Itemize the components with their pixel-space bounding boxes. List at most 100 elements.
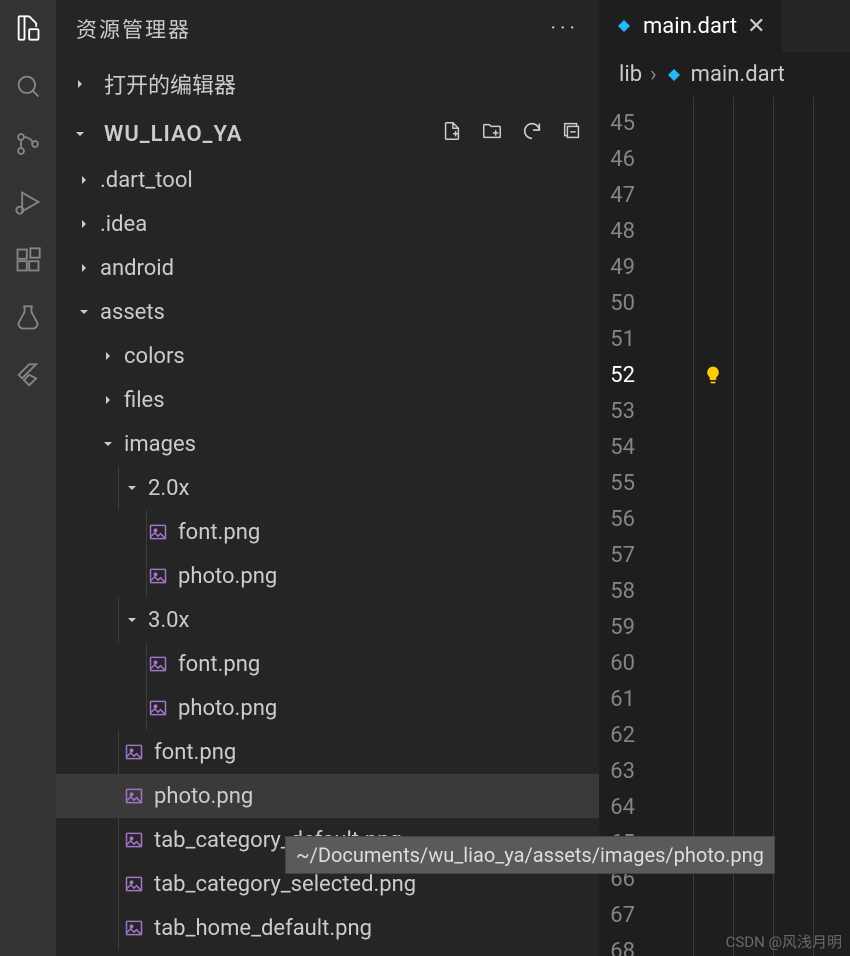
tree-item-label: .idea <box>100 212 147 237</box>
tree-item-label: photo.png <box>178 564 277 589</box>
tree-folder[interactable]: colors <box>56 334 599 378</box>
collapse-all-icon[interactable] <box>561 120 583 148</box>
source-control-icon[interactable] <box>12 128 44 160</box>
close-icon[interactable]: ✕ <box>747 14 765 39</box>
open-editors-section[interactable]: 打开的编辑器 <box>56 58 599 110</box>
line-number: 49 <box>599 249 659 285</box>
image-file-icon <box>124 918 144 938</box>
tree-item-label: photo.png <box>178 696 277 721</box>
line-number: 55 <box>599 465 659 501</box>
chevron-down-icon <box>76 304 92 320</box>
dart-file-icon <box>615 17 633 35</box>
line-number-gutter: 4546474849505152535455565758596061626364… <box>599 97 683 956</box>
extensions-icon[interactable] <box>12 244 44 276</box>
tree-folder[interactable]: .idea <box>56 202 599 246</box>
image-file-icon <box>148 698 168 718</box>
tab-main-dart[interactable]: main.dart ✕ <box>599 0 782 52</box>
image-file-icon <box>148 566 168 586</box>
tree-item-label: 2.0x <box>148 476 189 501</box>
chevron-down-icon <box>124 612 140 628</box>
tree-item-label: colors <box>124 344 185 369</box>
code-area[interactable]: 4546474849505152535455565758596061626364… <box>599 97 850 956</box>
tree-item-label: 3.0x <box>148 608 189 633</box>
tree-folder[interactable]: 2.0x <box>56 466 599 510</box>
image-file-icon <box>124 874 144 894</box>
line-number: 48 <box>599 213 659 249</box>
watermark: CSDN @风浅月明 <box>726 931 842 952</box>
tree-item-label: .dart_tool <box>100 168 193 193</box>
run-debug-icon[interactable] <box>12 186 44 218</box>
lightbulb-icon[interactable] <box>703 365 723 385</box>
line-number: 45 <box>599 105 659 141</box>
tree-folder[interactable]: assets <box>56 290 599 334</box>
open-editors-label: 打开的编辑器 <box>104 68 236 100</box>
line-number: 51 <box>599 321 659 357</box>
line-number: 59 <box>599 609 659 645</box>
testing-icon[interactable] <box>12 302 44 334</box>
line-number: 56 <box>599 501 659 537</box>
tree-folder[interactable]: files <box>56 378 599 422</box>
line-number: 47 <box>599 177 659 213</box>
tree-item-label: images <box>124 432 196 457</box>
breadcrumb[interactable]: lib › main.dart <box>599 52 850 97</box>
chevron-right-icon <box>100 392 116 408</box>
line-number: 53 <box>599 393 659 429</box>
line-number: 63 <box>599 753 659 789</box>
tree-folder[interactable]: 3.0x <box>56 598 599 642</box>
line-number: 58 <box>599 573 659 609</box>
refresh-icon[interactable] <box>521 120 543 148</box>
line-number: 62 <box>599 717 659 753</box>
project-actions <box>441 120 583 148</box>
line-number: 60 <box>599 645 659 681</box>
image-file-icon <box>124 786 144 806</box>
chevron-right-icon <box>76 172 92 188</box>
explorer-sidebar: 资源管理器 ··· 打开的编辑器 WU_LIAO_YA .dart_tool <box>56 0 599 956</box>
explorer-title: 资源管理器 <box>76 14 191 44</box>
line-number: 68 <box>599 933 659 956</box>
tree-file[interactable]: font.png <box>56 642 599 686</box>
line-number: 52 <box>599 357 659 393</box>
explorer-header: 资源管理器 ··· <box>56 0 599 58</box>
breadcrumb-folder[interactable]: lib <box>619 62 642 87</box>
line-number: 64 <box>599 789 659 825</box>
tree-file[interactable]: tab_home_default.png <box>56 906 599 950</box>
chevron-right-icon <box>72 76 88 92</box>
tree-item-label: photo.png <box>154 784 253 809</box>
tree-file[interactable]: font.png <box>56 730 599 774</box>
tree-item-label: tab_home_default.png <box>154 916 372 941</box>
chevron-right-icon: › <box>650 62 657 87</box>
project-section[interactable]: WU_LIAO_YA <box>56 110 599 158</box>
path-tooltip: ~/Documents/wu_liao_ya/assets/images/pho… <box>285 836 775 874</box>
more-icon[interactable]: ··· <box>551 17 579 41</box>
chevron-down-icon <box>72 126 88 142</box>
chevron-right-icon <box>76 260 92 276</box>
image-file-icon <box>124 830 144 850</box>
new-file-icon[interactable] <box>441 120 463 148</box>
tree-item-label: font.png <box>178 652 260 677</box>
chevron-right-icon <box>76 216 92 232</box>
line-number: 50 <box>599 285 659 321</box>
tree-folder[interactable]: .dart_tool <box>56 158 599 202</box>
activity-bar <box>0 0 56 956</box>
tree-item-label: android <box>100 256 174 281</box>
tree-item-label: assets <box>100 300 165 325</box>
tree-file[interactable]: photo.png <box>56 686 599 730</box>
breadcrumb-file[interactable]: main.dart <box>691 62 785 87</box>
search-icon[interactable] <box>12 70 44 102</box>
tree-file[interactable]: photo.png <box>56 774 599 818</box>
tree-folder[interactable]: android <box>56 246 599 290</box>
tree-file[interactable]: photo.png <box>56 554 599 598</box>
new-folder-icon[interactable] <box>481 120 503 148</box>
dart-file-icon <box>665 66 683 84</box>
image-file-icon <box>148 522 168 542</box>
tree-item-label: files <box>124 388 165 413</box>
line-number: 57 <box>599 537 659 573</box>
tree-folder[interactable]: images <box>56 422 599 466</box>
line-number: 61 <box>599 681 659 717</box>
tree-item-label: tab_category_selected.png <box>154 872 416 897</box>
explorer-icon[interactable] <box>12 12 44 44</box>
line-number: 54 <box>599 429 659 465</box>
flutter-icon[interactable] <box>12 360 44 392</box>
tree-file[interactable]: font.png <box>56 510 599 554</box>
chevron-down-icon <box>124 480 140 496</box>
